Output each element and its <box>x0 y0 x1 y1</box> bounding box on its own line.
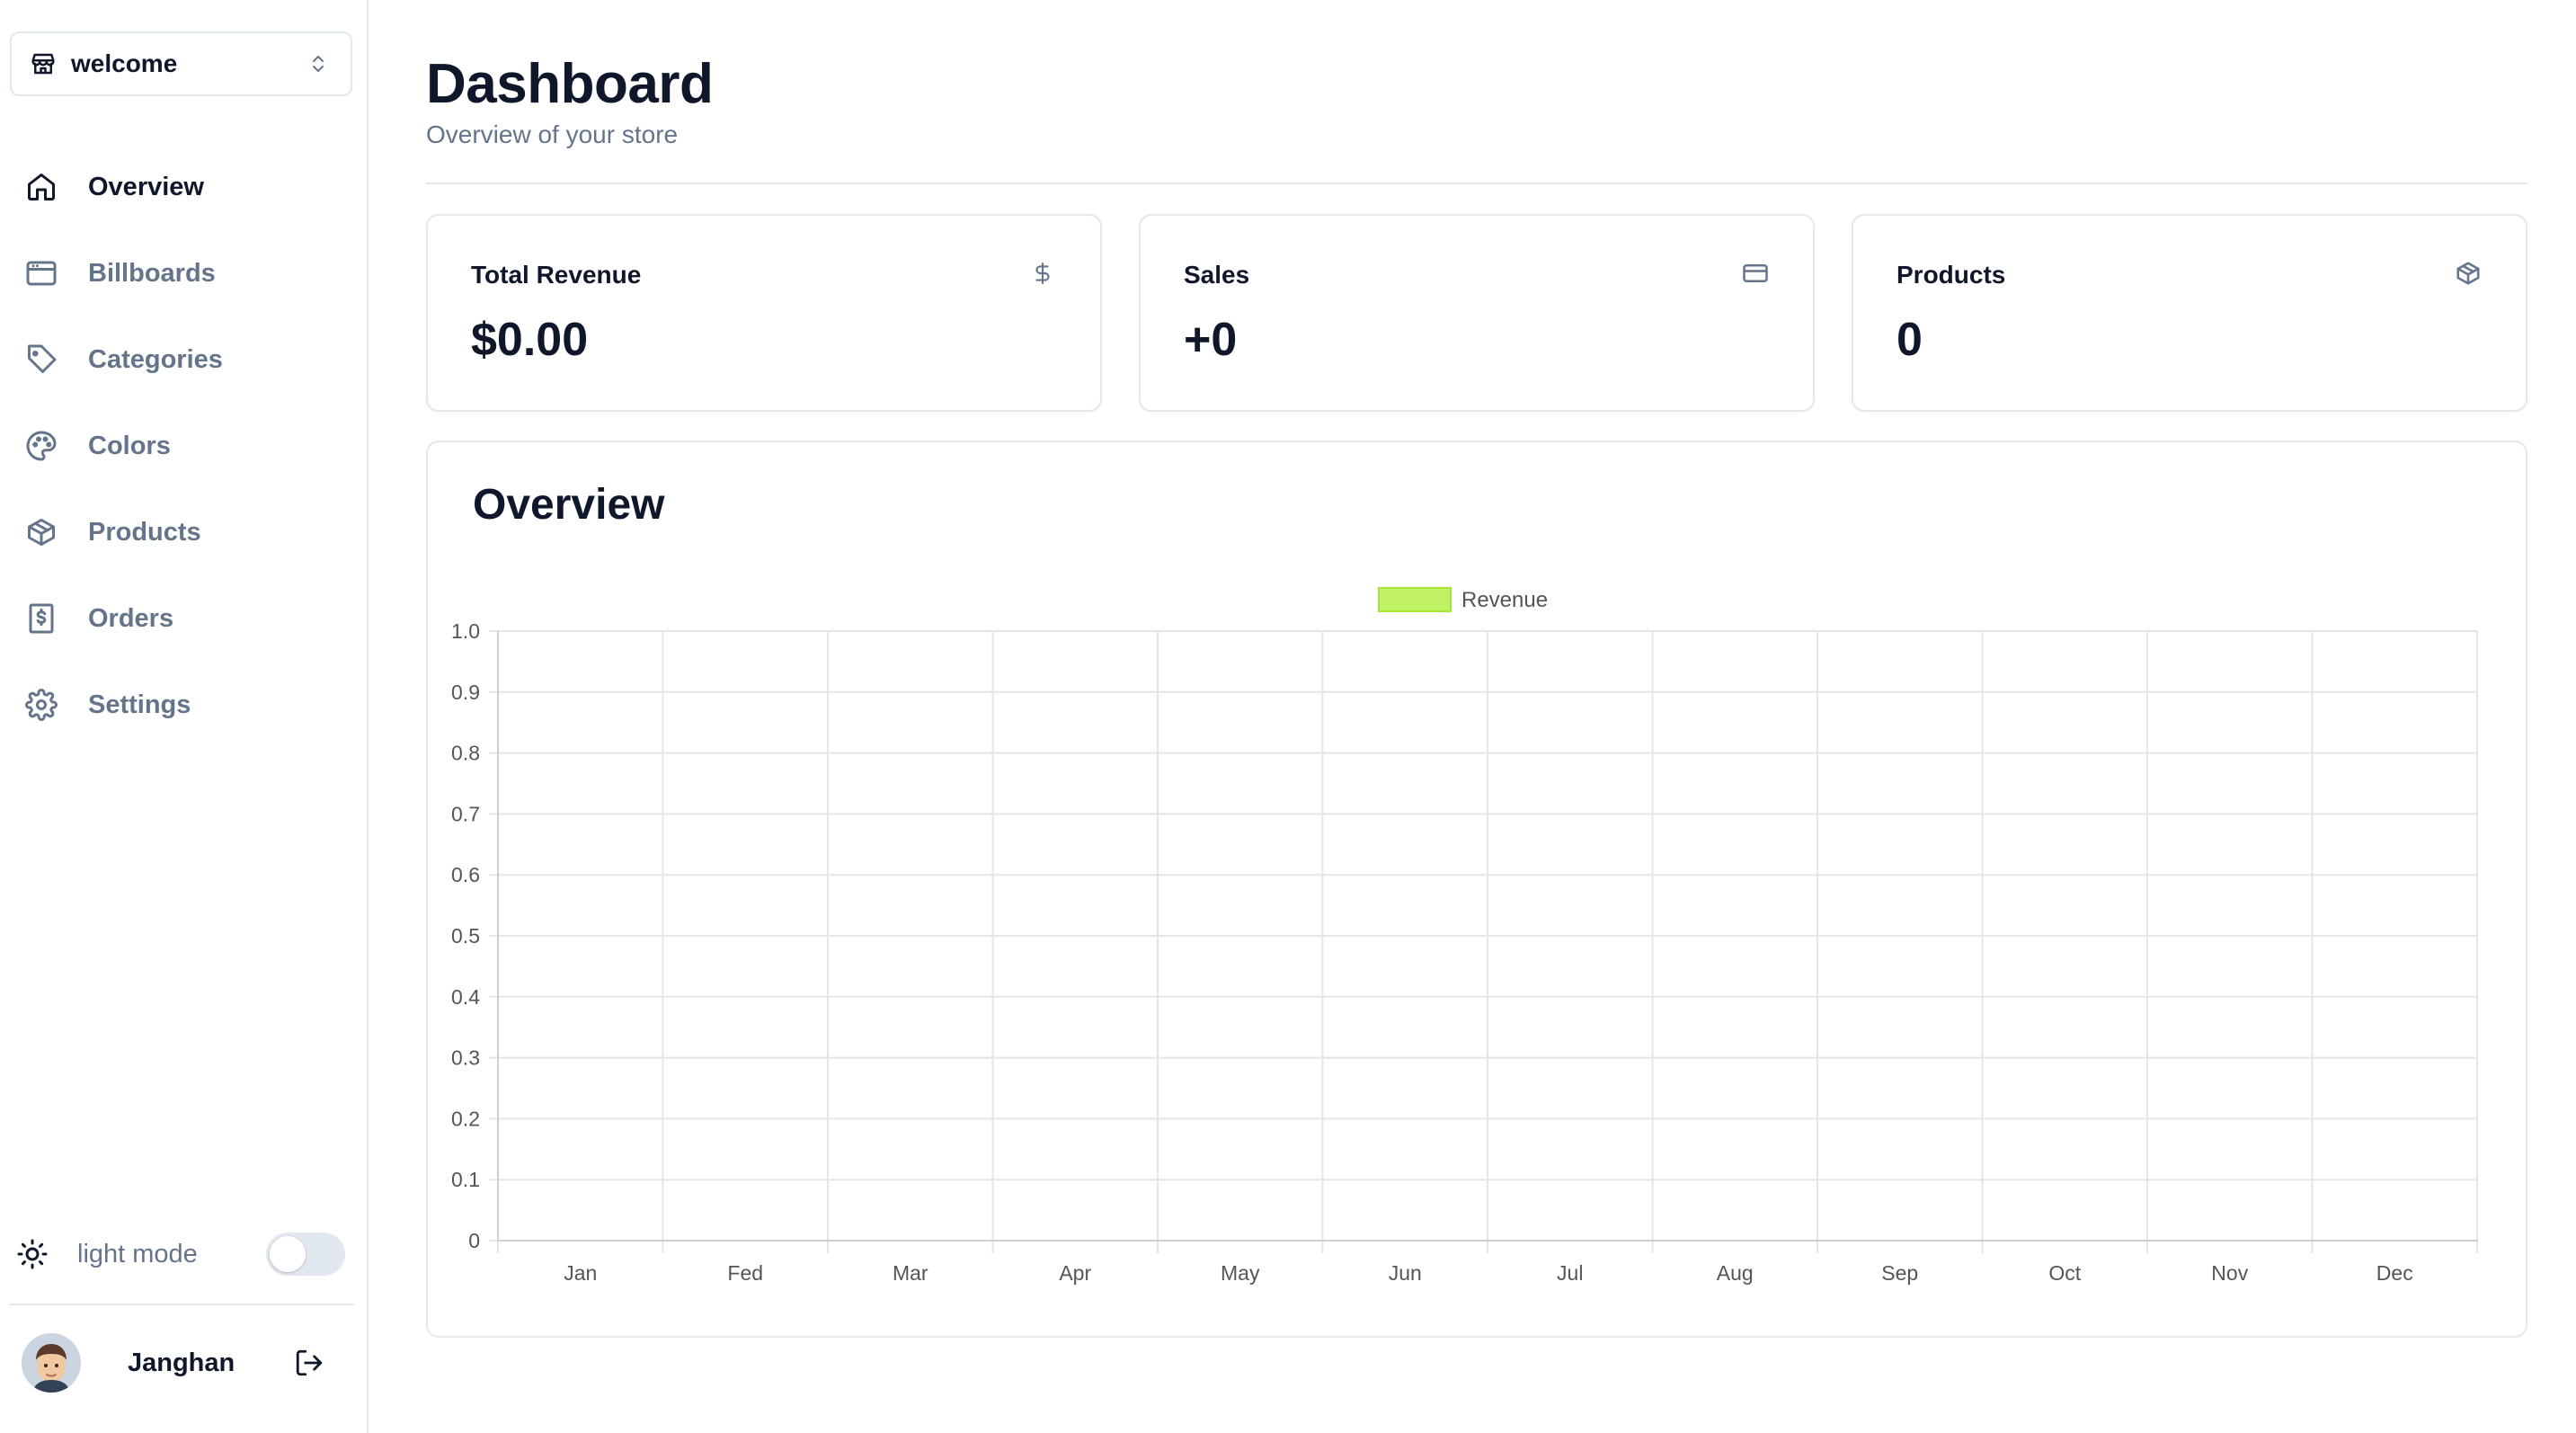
sun-icon <box>16 1237 50 1271</box>
y-tick-label: 0.5 <box>451 924 480 948</box>
sidebar-item-label: Products <box>88 517 201 547</box>
dollar-sign-icon <box>1028 259 1057 288</box>
y-tick-label: 0.4 <box>451 985 480 1009</box>
card-value: +0 <box>1184 314 1238 366</box>
sidebar-item-settings[interactable]: Settings <box>0 662 369 748</box>
y-tick-label: 0.2 <box>451 1107 480 1130</box>
sidebar-item-label: Settings <box>88 690 191 719</box>
x-tick-label: May <box>1221 1261 1260 1285</box>
sidebar-item-label: Overview <box>88 172 204 201</box>
sidebar-item-billboards[interactable]: Billboards <box>0 230 369 316</box>
y-tick-label: 0.3 <box>451 1046 480 1070</box>
package-icon <box>2454 259 2483 288</box>
package-icon <box>23 514 59 550</box>
y-tick-label: 1.0 <box>451 619 480 643</box>
sidebar-item-overview[interactable]: Overview <box>0 144 369 230</box>
card-label: Total Revenue <box>471 261 642 289</box>
sidebar-item-label: Orders <box>88 603 174 633</box>
x-tick-label: Jul <box>1557 1261 1583 1285</box>
card-label: Products <box>1896 261 2006 289</box>
sales-card: Sales +0 <box>1139 214 1815 412</box>
y-tick-label: 0 <box>468 1229 480 1252</box>
user-name: Janghan <box>128 1348 235 1377</box>
receipt-dollar-icon <box>23 601 59 636</box>
avatar[interactable] <box>22 1333 81 1393</box>
x-tick-label: Nov <box>2211 1261 2248 1285</box>
page-subtitle: Overview of your store <box>426 120 679 148</box>
revenue-chart: 0 0.1 0.2 0.3 0.4 0.5 0.6 0.7 0.8 0.9 1.0 Jan Fed Mar… <box>451 587 2478 1285</box>
home-icon <box>23 169 59 205</box>
x-tick-label: Aug <box>1717 1261 1754 1285</box>
x-tick-label: Jun <box>1389 1261 1422 1285</box>
tag-icon <box>23 342 59 378</box>
logout-icon[interactable] <box>291 1345 327 1381</box>
header-divider <box>426 182 2527 184</box>
palette-icon <box>23 428 59 464</box>
sidebar-item-categories[interactable]: Categories <box>0 316 369 403</box>
sidebar-item-orders[interactable]: Orders <box>0 575 369 662</box>
y-tick-label: 0.7 <box>451 802 480 825</box>
sidebar-item-label: Billboards <box>88 258 216 288</box>
x-tick-label: Jan <box>564 1261 597 1285</box>
sidebar-item-label: Categories <box>88 344 223 374</box>
overview-chart-card: Overview 0 0.1 0.2 0.3 0.4 0.5 0.6 0.7 0.8 0.9 1.0… <box>426 441 2527 1338</box>
credit-card-icon <box>1741 259 1770 288</box>
y-tick-label: 0.1 <box>451 1168 480 1191</box>
gear-icon <box>23 687 59 723</box>
sidebar-divider <box>9 1304 354 1305</box>
theme-toggle-row: light mode <box>0 1223 369 1286</box>
store-switcher[interactable]: welcome <box>10 31 352 96</box>
total-revenue-card: Total Revenue $0.00 <box>426 214 1102 412</box>
x-tick-label: Sep <box>1881 1261 1918 1285</box>
sidebar-item-products[interactable]: Products <box>0 489 369 575</box>
card-label: Sales <box>1184 261 1250 289</box>
browser-window-icon <box>23 255 59 291</box>
user-row: Janghan <box>0 1331 369 1395</box>
y-tick-label: 0.9 <box>451 681 480 704</box>
sidebar: welcome Overview Billboards Categories C… <box>0 0 369 1433</box>
sidebar-item-colors[interactable]: Colors <box>0 403 369 489</box>
store-icon <box>30 49 58 78</box>
card-value: 0 <box>1896 314 1923 366</box>
legend-label: Revenue <box>1461 588 1548 612</box>
x-tick-label: Fed <box>727 1261 763 1285</box>
x-tick-label: Dec <box>2376 1261 2413 1285</box>
legend-swatch <box>1378 587 1452 612</box>
page-title: Dashboard <box>426 53 714 115</box>
x-tick-label: Mar <box>893 1261 928 1285</box>
theme-toggle-switch[interactable] <box>266 1233 345 1276</box>
theme-label: light mode <box>77 1239 198 1268</box>
card-value: $0.00 <box>471 314 589 366</box>
x-tick-label: Oct <box>2048 1261 2081 1285</box>
products-card: Products 0 <box>1852 214 2527 412</box>
sidebar-item-label: Colors <box>88 431 171 460</box>
x-tick-label: Apr <box>1059 1261 1091 1285</box>
toggle-knob <box>270 1236 306 1272</box>
y-tick-label: 0.8 <box>451 742 480 765</box>
chevrons-up-down-icon <box>307 49 333 78</box>
store-name: welcome <box>71 49 178 77</box>
sidebar-nav: Overview Billboards Categories Colors Pr… <box>0 144 369 748</box>
y-tick-label: 0.6 <box>451 863 480 886</box>
